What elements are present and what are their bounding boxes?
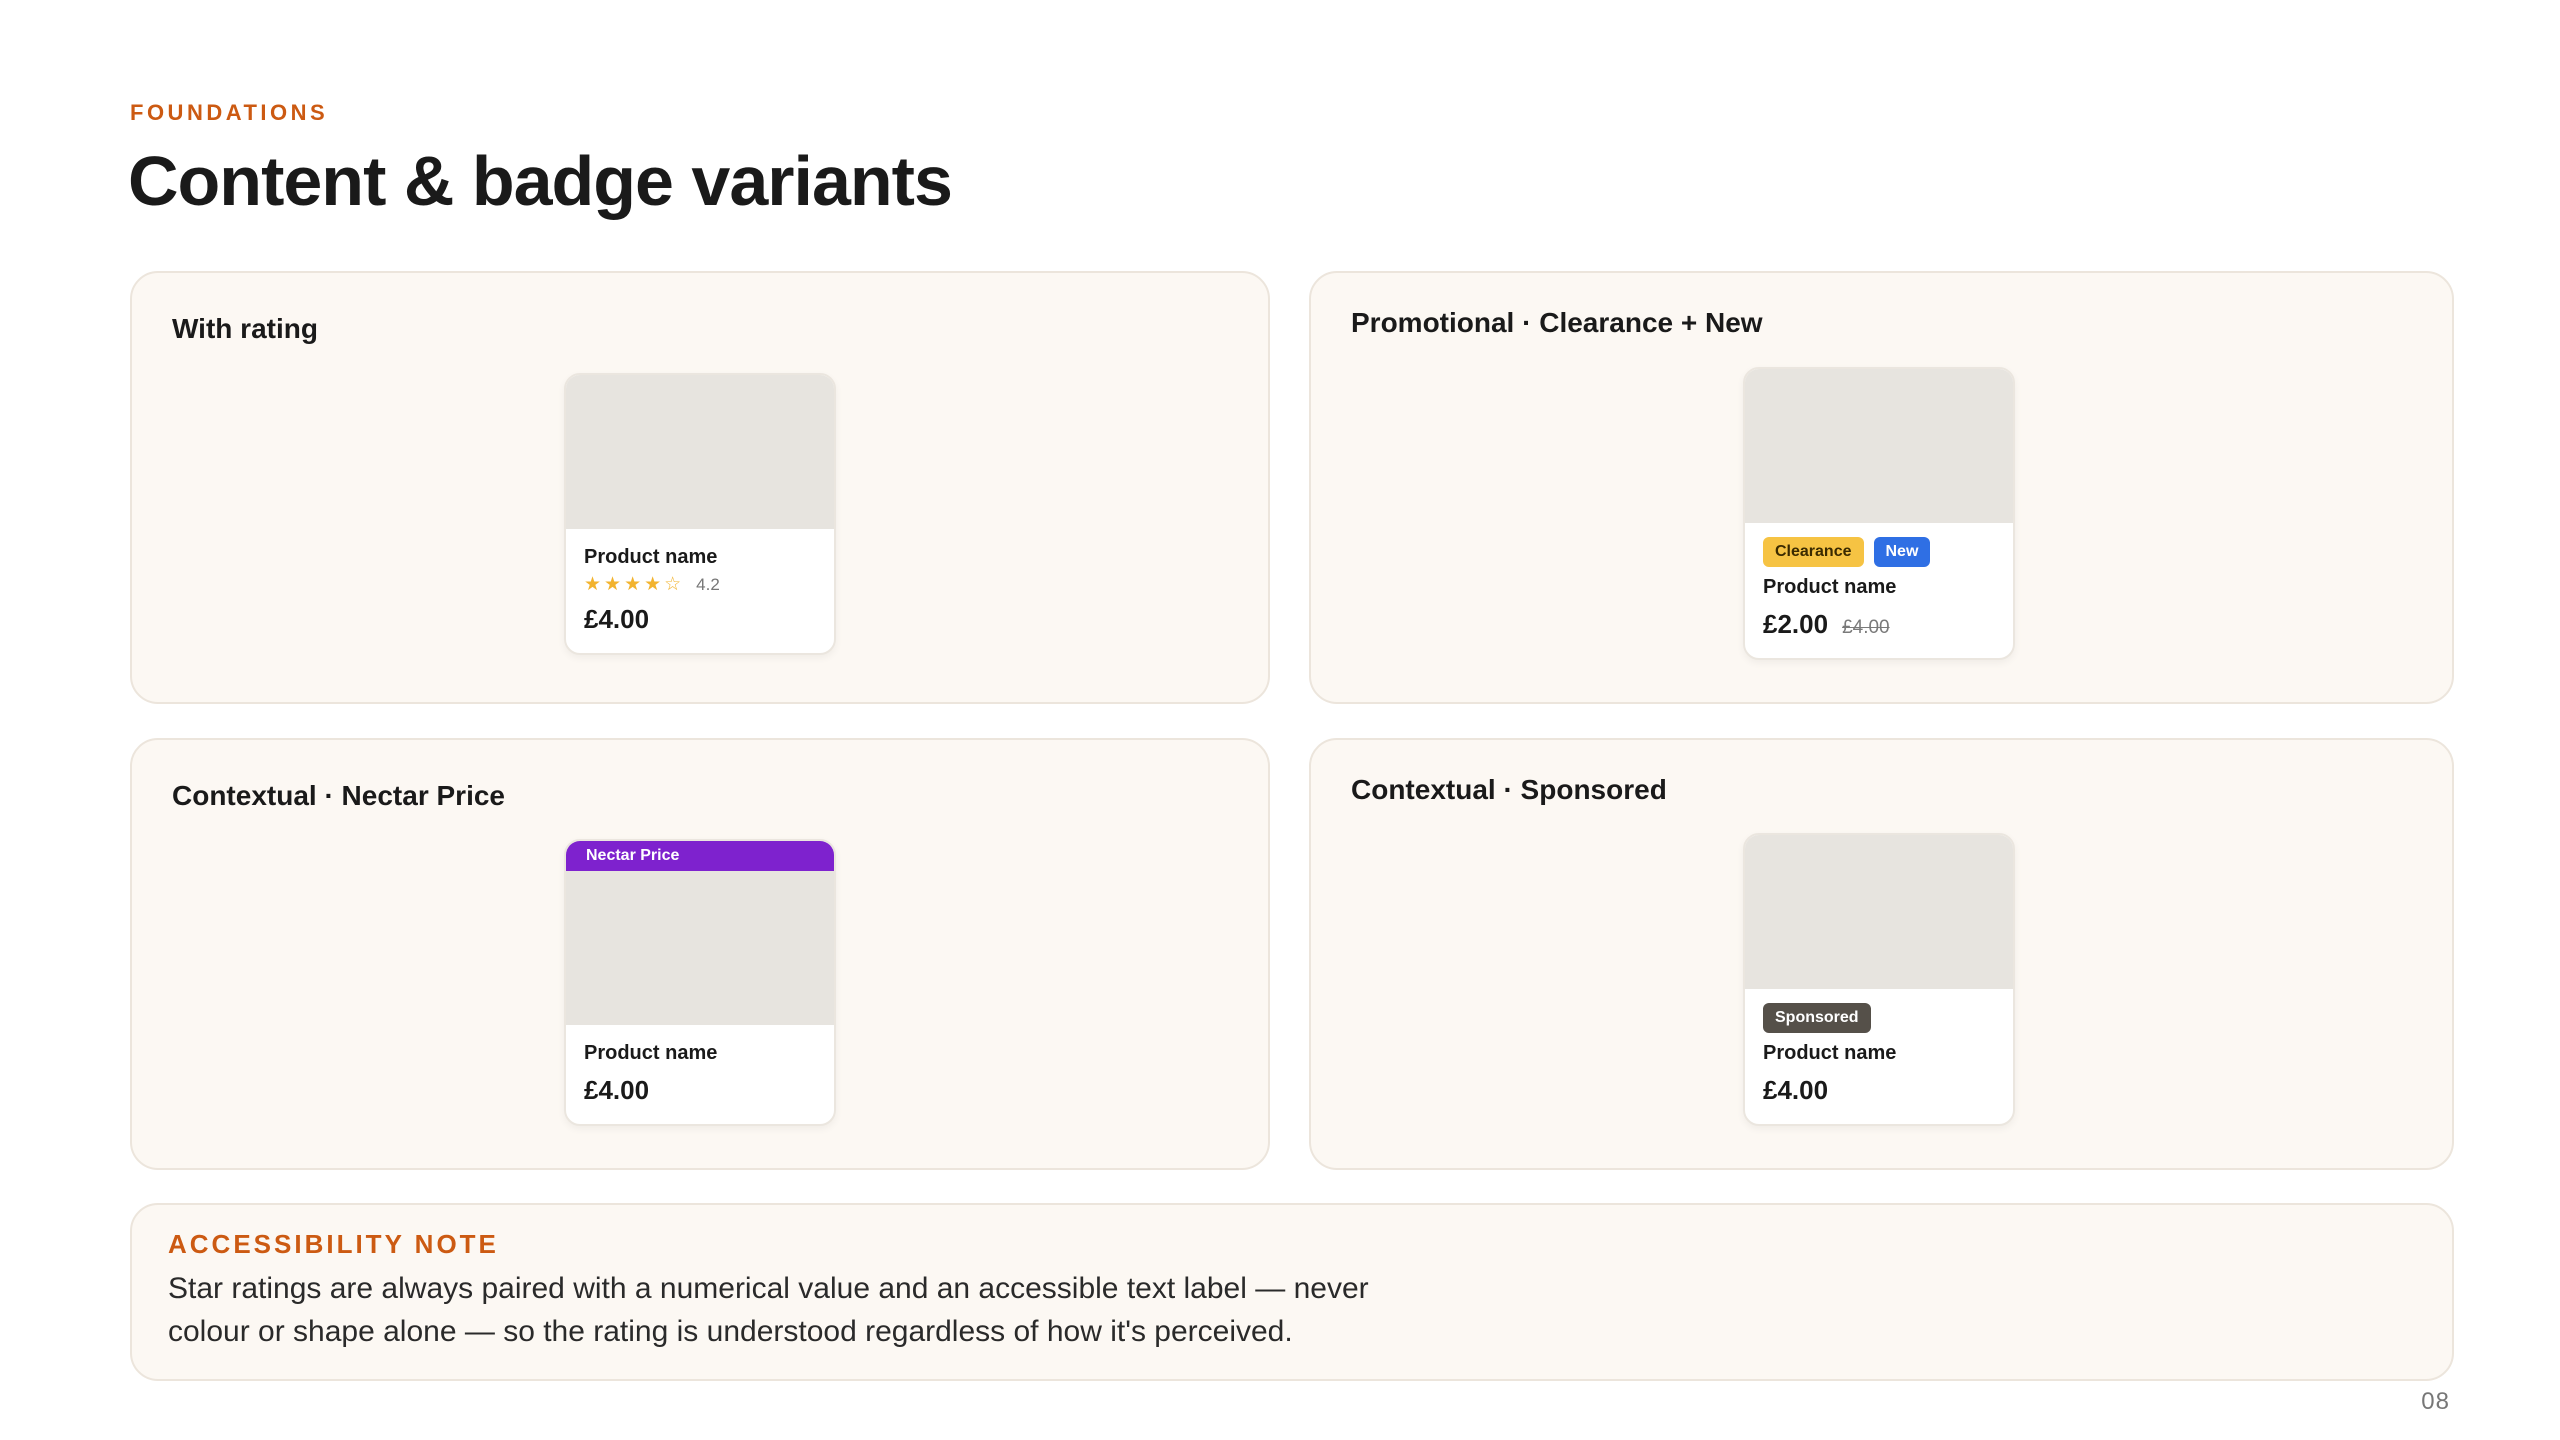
product-price: £2.00 bbox=[1763, 609, 1829, 639]
page-number: 08 bbox=[2421, 1388, 2450, 1415]
product-image-placeholder bbox=[566, 375, 834, 529]
product-image-placeholder bbox=[1745, 835, 2013, 989]
star-rating-icon: ★★★★☆ bbox=[584, 574, 685, 595]
clearance-badge: Clearance bbox=[1763, 537, 1864, 567]
new-badge: New bbox=[1873, 537, 1931, 567]
product-card[interactable]: Clearance New Product name £2.00 £4.00 bbox=[1743, 367, 2015, 660]
nectar-price-strip: Nectar Price bbox=[566, 841, 834, 871]
page-title: Content & badge variants bbox=[128, 142, 953, 220]
product-image-placeholder bbox=[1745, 369, 2013, 523]
product-price: £4.00 bbox=[584, 604, 650, 634]
eyebrow-label: FOUNDATIONS bbox=[130, 100, 329, 125]
was-price: £4.00 bbox=[1842, 617, 1890, 638]
accessibility-note: ACCESSIBILITY NOTE Star ratings are alwa… bbox=[130, 1203, 2454, 1381]
product-card[interactable]: Nectar Price Product name £4.00 bbox=[564, 839, 836, 1126]
product-price: £4.00 bbox=[584, 1075, 650, 1105]
panel-title: With rating bbox=[172, 313, 318, 344]
product-name: Product name bbox=[1763, 1042, 1897, 1064]
product-name: Product name bbox=[584, 1042, 718, 1064]
product-image-placeholder bbox=[566, 871, 834, 1025]
panel-sponsored: Contextual · Sponsored Sponsored Product… bbox=[1309, 738, 2454, 1170]
note-title: ACCESSIBILITY NOTE bbox=[168, 1229, 499, 1259]
product-name: Product name bbox=[1763, 576, 1897, 598]
panel-title: Contextual · Sponsored bbox=[1351, 774, 1667, 805]
sponsored-badge: Sponsored bbox=[1763, 1003, 1871, 1033]
panel-title: Promotional · Clearance + New bbox=[1351, 307, 1763, 338]
panel-promotional: Promotional · Clearance + New Clearance … bbox=[1309, 271, 2454, 704]
panel-title: Contextual · Nectar Price bbox=[172, 780, 505, 811]
rating-value: 4.2 bbox=[696, 574, 720, 594]
panel-with-rating: With rating Product name ★★★★☆ 4.2 £4.00 bbox=[130, 271, 1270, 704]
product-card[interactable]: Product name ★★★★☆ 4.2 £4.00 bbox=[564, 373, 836, 655]
note-text: Star ratings are always paired with a nu… bbox=[168, 1272, 1369, 1348]
product-name: Product name bbox=[584, 546, 718, 568]
product-card[interactable]: Sponsored Product name £4.00 bbox=[1743, 833, 2015, 1126]
panel-nectar-price: Contextual · Nectar Price Nectar Price P… bbox=[130, 738, 1270, 1170]
product-price: £4.00 bbox=[1763, 1075, 1829, 1105]
